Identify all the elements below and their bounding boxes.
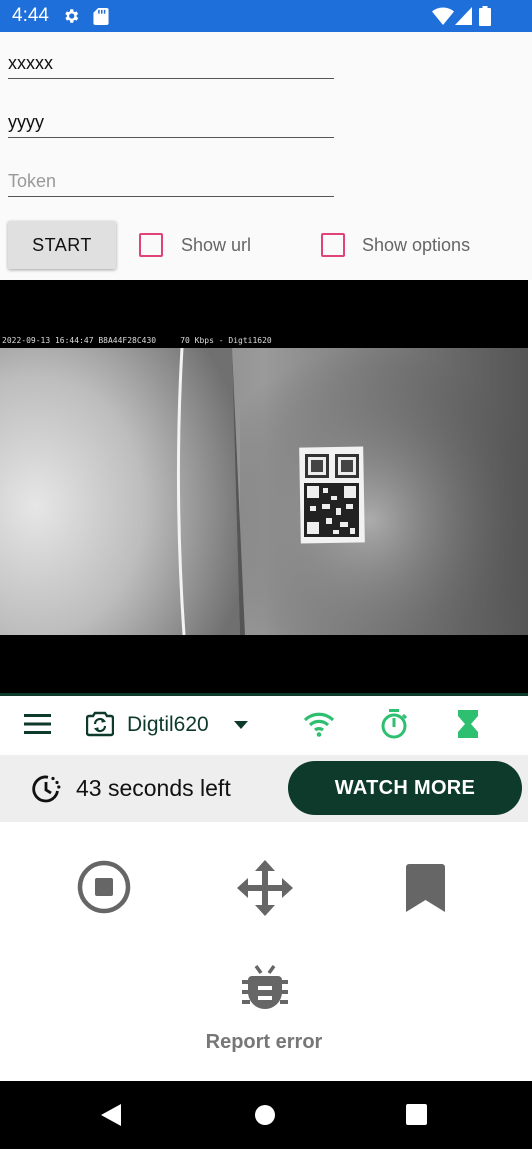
time-left-text: 43 seconds left <box>76 775 231 801</box>
status-time: 4:44 <box>12 5 49 26</box>
dropdown-arrow-icon[interactable] <box>234 721 248 729</box>
battery-icon <box>479 6 491 26</box>
show-options-checkbox[interactable] <box>321 233 345 257</box>
scrollbar-track <box>528 280 532 1080</box>
start-button[interactable]: START <box>8 221 116 269</box>
gear-icon <box>65 9 79 23</box>
token-field[interactable]: Token <box>8 166 334 197</box>
video-osd-text: 2022-09-13 16:44:47 B8A44F28C430 70 Kbps… <box>2 336 272 345</box>
password-field[interactable]: yyyy <box>8 107 334 138</box>
back-icon[interactable] <box>101 1104 121 1126</box>
report-error-label[interactable]: Report error <box>0 1031 528 1054</box>
signal-icon <box>455 7 472 25</box>
hourglass-icon[interactable] <box>458 710 478 738</box>
recents-icon[interactable] <box>406 1104 427 1125</box>
wifi-icon <box>432 7 454 25</box>
show-url-label[interactable]: Show url <box>181 235 251 256</box>
menu-icon[interactable] <box>24 714 51 734</box>
camera-image <box>0 348 528 635</box>
stopwatch-icon[interactable] <box>380 709 408 739</box>
token-placeholder: Token <box>8 171 57 191</box>
username-value: xxxxx <box>8 53 53 73</box>
camera-frame <box>0 348 528 635</box>
time-left-bar: 43 seconds left WATCH MORE <box>0 755 528 822</box>
username-field[interactable]: xxxxx <box>8 48 334 79</box>
bug-icon[interactable] <box>242 962 288 1012</box>
sd-card-icon <box>93 8 109 25</box>
stop-icon[interactable] <box>77 860 131 914</box>
bookmark-icon[interactable] <box>406 864 445 912</box>
camera-name[interactable]: Digtil620 <box>127 713 209 737</box>
camera-toolbar: Digtil620 <box>0 693 528 754</box>
camera-switch-icon[interactable] <box>86 711 114 737</box>
password-value: yyyy <box>8 112 44 132</box>
watch-more-button[interactable]: WATCH MORE <box>288 761 522 815</box>
action-panel: Report error <box>0 822 528 1081</box>
move-icon[interactable] <box>237 860 293 916</box>
show-url-checkbox[interactable] <box>139 233 163 257</box>
connection-form: xxxxx yyyy Token START Show url Show opt… <box>0 32 532 280</box>
system-navigation-bar <box>0 1081 532 1149</box>
wifi-icon[interactable] <box>303 712 335 737</box>
home-icon[interactable] <box>254 1104 276 1126</box>
clock-icon <box>32 775 61 803</box>
video-player[interactable]: 2022-09-13 16:44:47 B8A44F28C430 70 Kbps… <box>0 280 528 693</box>
status-bar: 4:44 <box>0 0 532 32</box>
show-options-label[interactable]: Show options <box>362 235 470 256</box>
